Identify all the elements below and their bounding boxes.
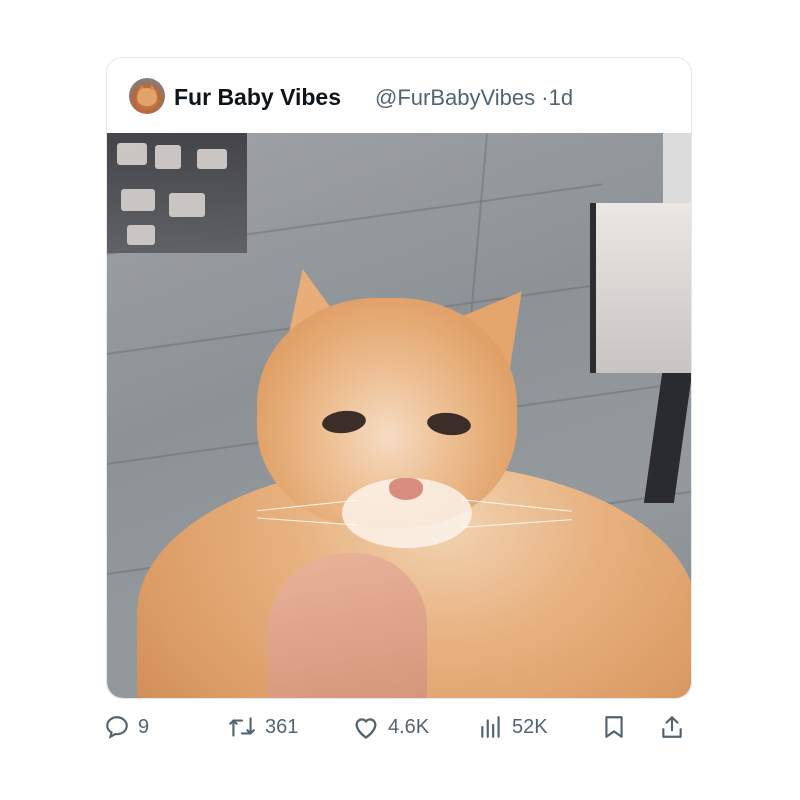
views-button[interactable]: 52K xyxy=(478,714,548,740)
share-icon xyxy=(659,714,685,740)
repost-icon xyxy=(227,714,257,740)
bookmark-icon xyxy=(602,714,626,740)
background-table-leg xyxy=(643,373,691,503)
background-table xyxy=(590,203,691,373)
background-shelf xyxy=(107,133,247,253)
hand xyxy=(267,553,427,698)
like-button[interactable]: 4.6K xyxy=(352,714,429,740)
timestamp[interactable]: 1d xyxy=(549,85,573,110)
kitten-nose xyxy=(389,478,423,500)
views-count: 52K xyxy=(512,715,548,738)
reply-count: 9 xyxy=(138,715,150,738)
reply-button[interactable]: 9 xyxy=(104,714,149,740)
cat-avatar-icon[interactable] xyxy=(129,78,165,114)
repost-count: 361 xyxy=(265,715,299,738)
bookmark-button[interactable] xyxy=(602,714,626,740)
tweet-actions: 9 361 4.6K 52K xyxy=(0,700,800,760)
display-name[interactable]: Fur Baby Vibes xyxy=(174,84,341,111)
repost-button[interactable]: 361 xyxy=(227,714,298,740)
handle[interactable]: @FurBabyVibes xyxy=(375,85,535,110)
handle-and-time: @FurBabyVibes ·1d xyxy=(375,85,573,111)
tweet-photo[interactable] xyxy=(107,133,691,698)
tweet-card[interactable]: Fur Baby Vibes @FurBabyVibes ·1d xyxy=(106,57,692,699)
tweet-header: Fur Baby Vibes @FurBabyVibes ·1d xyxy=(107,58,691,133)
heart-icon xyxy=(352,714,380,740)
share-button[interactable] xyxy=(659,714,685,740)
like-count: 4.6K xyxy=(388,715,430,738)
views-chart-icon xyxy=(478,714,504,740)
reply-icon xyxy=(104,714,130,740)
separator: · xyxy=(541,85,549,110)
